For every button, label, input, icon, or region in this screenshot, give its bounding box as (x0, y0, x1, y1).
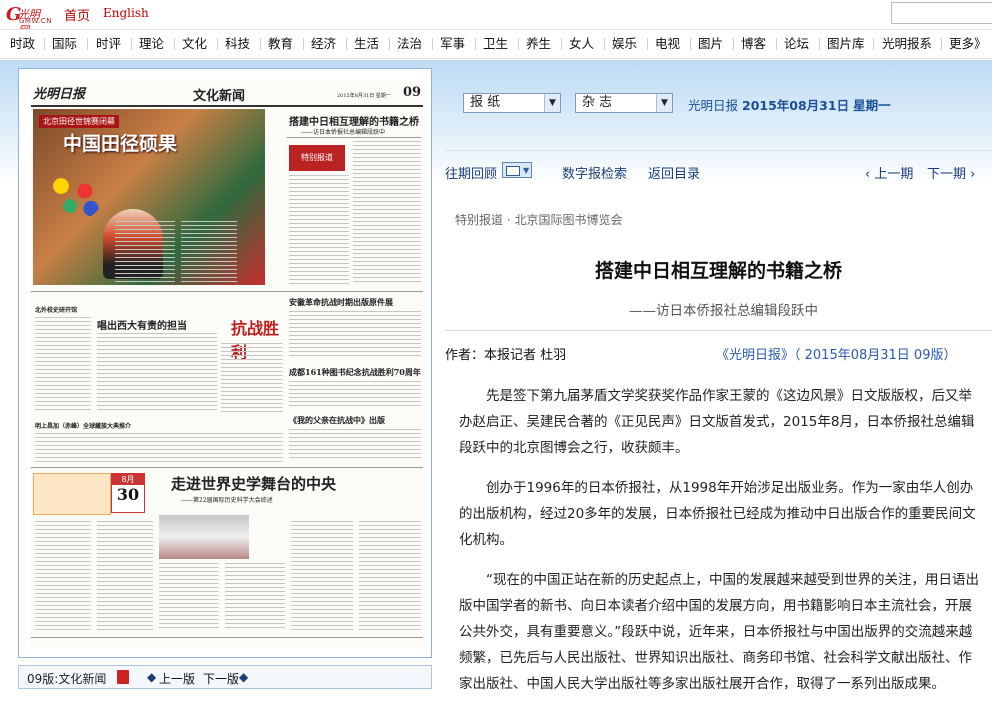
paragraph: 创办于1996年的日本侨报社，从1998年开始涉足出版业务。作为一家由华人创办的… (459, 480, 976, 548)
nav-item[interactable]: 经济 (311, 30, 336, 58)
breadcrumb: 特别报道 · 北京国际图书博览会 (455, 213, 623, 227)
special-report-badge: 特别报道 (289, 145, 345, 171)
article-block-exhibition[interactable]: 安徽革命抗战时期出版原件展 (289, 297, 393, 308)
nav-item[interactable]: 国际 (52, 30, 77, 58)
nav-item[interactable]: 娱乐 (612, 30, 637, 58)
chevron-down-icon: ▼ (544, 94, 560, 112)
nav-item[interactable]: 女人 (569, 30, 594, 58)
newspaper-select[interactable]: 报 纸 ▼ (463, 93, 561, 113)
search-link[interactable]: 数字报检索 (562, 163, 627, 182)
nav-item[interactable]: 科技 (225, 30, 250, 58)
page-label: 09版:文化新闻 (27, 672, 107, 686)
magazine-select[interactable]: 杂 志 ▼ (575, 93, 673, 113)
article-author: 作者：本报记者 杜羽 (445, 348, 567, 363)
section-title: 文化新闻 (193, 89, 246, 104)
nav-more[interactable]: 更多》 (949, 30, 987, 58)
toc-link[interactable]: 返回目录 (648, 163, 700, 182)
paper-date: 2015年8月31日 星期一 (337, 93, 391, 99)
nav-item[interactable]: 养生 (526, 30, 551, 58)
article-block-bridge[interactable]: 搭建中日相互理解的书籍之桥 (289, 113, 419, 128)
nav-item[interactable]: 图片库 (827, 30, 865, 58)
masthead-logo: 光明日报 (33, 87, 86, 102)
nav-item[interactable]: 生活 (354, 30, 379, 58)
paragraph: “现在的中国正站在新的历史起点上，中国的发展越来越受到世界的关注，用日语出版中国… (459, 572, 979, 692)
nav-item[interactable]: 光明报系 (882, 30, 932, 58)
prev-issue-link[interactable]: ‹ 上一期 (865, 163, 913, 182)
anniversary-ad: 抗战胜利 (231, 319, 280, 362)
nav-item[interactable]: 博客 (741, 30, 766, 58)
nav-item[interactable]: 电视 (655, 30, 680, 58)
nav-item[interactable]: 文化 (182, 30, 207, 58)
article-body: 先是签下第九届茅盾文学奖获奖作品作家王蒙的《这边风景》日文版版权，后又举办赵启正… (459, 383, 979, 711)
calendar-picker-button[interactable]: ▼ (502, 162, 532, 178)
prev-page-link[interactable]: 上一版 (159, 670, 195, 687)
search-input[interactable] (891, 2, 992, 24)
article-block-world-history[interactable]: 走进世界史学舞台的中央 (171, 473, 336, 494)
english-link[interactable]: English (103, 6, 149, 20)
pdf-icon[interactable] (117, 670, 129, 684)
newspaper-page-image[interactable]: 光明日报 文化新闻 2015年8月31日 星期一 09 北京田径世锦赛闭幕 中国… (31, 81, 423, 647)
home-link[interactable]: 首页 (64, 5, 90, 24)
nav-item[interactable]: 时政 (10, 30, 35, 58)
newspaper-page-viewer[interactable]: 光明日报 文化新闻 2015年8月31日 星期一 09 北京田径世锦赛闭幕 中国… (18, 68, 432, 658)
nav-item[interactable]: 卫生 (483, 30, 508, 58)
article-subtitle: ——访日本侨报社总编辑段跃中 (629, 303, 818, 319)
history-photo (159, 515, 249, 559)
page-caption-bar: 09版:文化新闻 ◆ 上一版 下一版 ◆ (18, 665, 432, 689)
nav-item[interactable]: 理论 (139, 30, 164, 58)
page-number: 09 (403, 85, 422, 100)
article-source[interactable]: 《光明日报》（ 2015年08月31日 09版） (716, 344, 956, 363)
article-block-memoir[interactable]: 《我的父亲在抗战中》出版 (289, 415, 385, 426)
nav-item[interactable]: 军事 (440, 30, 465, 58)
nav-item[interactable]: 论坛 (784, 30, 809, 58)
article-title: 搭建中日相互理解的书籍之桥 (594, 260, 842, 282)
paper-masthead: 光明日报 文化新闻 2015年8月31日 星期一 09 (31, 81, 423, 107)
channel-nav: 时政 国际 时评 理论 文化 科技 教育 经济 生活 法治 军事 卫生 养生 女… (0, 29, 992, 59)
nav-item[interactable]: 时评 (96, 30, 121, 58)
top-bar: G 光明网 GMW.CN 首页 English (0, 0, 992, 37)
article-block-song[interactable]: 唱出西大有责的担当 (97, 317, 187, 332)
next-page-link[interactable]: 下一版 (203, 670, 239, 687)
divider (445, 330, 992, 331)
logo-sub: GMW.CN (19, 17, 52, 25)
chevron-down-icon: ▼ (656, 94, 672, 112)
issue-date: 光明日报 2015年08月31日 星期一 (688, 98, 891, 113)
nav-item[interactable]: 教育 (268, 30, 293, 58)
calendar-graphic: 8月 30 (111, 473, 145, 513)
site-logo[interactable]: G 光明网 GMW.CN (6, 4, 52, 37)
paragraph: 先是签下第九届茅盾文学奖获奖作品作家王蒙的《这边风景》日文版版权，后又举办赵启正… (459, 388, 975, 456)
archive-link[interactable]: 往期回顾 (445, 163, 497, 182)
column-logo (33, 473, 111, 515)
nav-item[interactable]: 法治 (397, 30, 422, 58)
calendar-icon (506, 166, 520, 176)
photo-headline: 中国田径硕果 (63, 133, 178, 155)
next-issue-link[interactable]: 下一期 › (927, 163, 975, 182)
article-block-calligraphy[interactable]: 成都161种图书纪念抗战胜利70周年 (289, 367, 421, 378)
nav-item[interactable]: 图片 (698, 30, 723, 58)
